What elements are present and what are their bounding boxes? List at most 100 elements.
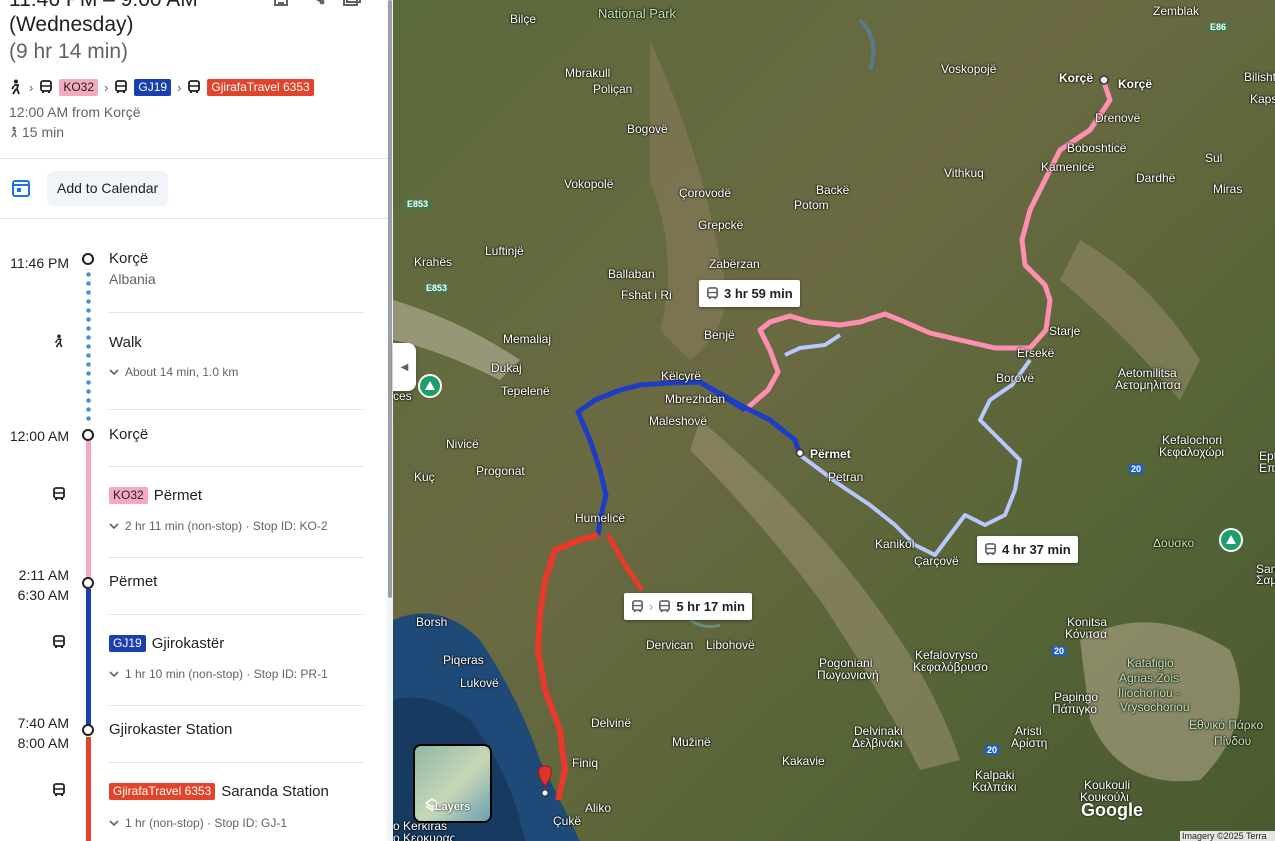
bus-icon (53, 487, 65, 500)
place-label: Fshat i Ri (621, 288, 672, 302)
add-to-calendar-button[interactable]: Add to Calendar (47, 171, 169, 206)
stop-permet[interactable]: Përmet (109, 573, 157, 590)
road-shield: 20 (1129, 464, 1144, 474)
leg-gj19[interactable]: GJ19 Gjirokastër (109, 635, 224, 652)
place-label: Grepckë (698, 218, 744, 232)
place-label: Nivicë (446, 437, 479, 451)
road-shield: 20 (985, 745, 1000, 755)
park-icon[interactable] (418, 374, 442, 398)
place-label: Aliko (585, 801, 612, 815)
route-summary-chain: › KO32 › GJ19 › GjirafaTravel 6353 (9, 77, 314, 97)
chevron-down-icon (109, 820, 119, 827)
place-label: Dervican (646, 638, 694, 652)
map-terrain (393, 0, 1275, 841)
print-icon[interactable] (270, 0, 292, 8)
walk-icon (11, 126, 17, 138)
calendar-icon[interactable] (11, 178, 31, 198)
leg-ko32-detail: 2 hr 11 min (non-stop) · Stop ID: KO-2 (125, 519, 328, 533)
place-label: Mbrakull (565, 66, 611, 80)
place-label: Libohovë (706, 638, 755, 652)
route-duration-text: 4 hr 37 min (1002, 542, 1071, 557)
place-label: Σαμ (1256, 573, 1275, 587)
time-board-ko32: 12:00 AM (9, 428, 69, 444)
route-badge-ko32: KO32 (59, 78, 99, 96)
place-label: Këlcyrë (661, 369, 702, 383)
time-arrive-gjirokaster: 7:40 AM (17, 715, 69, 731)
place-label: Memaliaj (503, 332, 552, 346)
place-label: Πάπιγκο (1052, 702, 1098, 716)
route-duration-chip[interactable]: 3 hr 59 min (699, 280, 800, 307)
place-label: Κεφαλόβρυσο (913, 660, 988, 674)
place-label: ο Κερκυρας (393, 831, 456, 841)
collapse-panel-button[interactable]: ◀ (393, 343, 416, 391)
share-icon[interactable] (306, 0, 328, 8)
place-label: Progonat (476, 464, 525, 478)
map-attribution[interactable]: Imagery ©2025 Terra (1180, 831, 1275, 841)
copy-icon[interactable] (340, 0, 362, 8)
stop-origin[interactable]: Korçë (109, 250, 148, 267)
road-shield: E86 (1208, 22, 1229, 32)
place-label: Iliochoriou - (1118, 686, 1181, 700)
place-label: Kamenicë (1041, 160, 1095, 174)
place-label: Agrias Zois (1119, 671, 1180, 685)
layers-label: Layers (434, 801, 471, 813)
panel-scrollbar-thumb[interactable] (388, 0, 392, 598)
park-icon[interactable] (1219, 528, 1243, 552)
place-label: Poliçan (593, 82, 633, 96)
place-label: Piqeras (443, 653, 484, 667)
place-label: Bilçe (510, 12, 537, 26)
place-label: Κεφαλοχώρι (1159, 445, 1225, 459)
route-badge-gjirafa: GjirafaTravel 6353 (109, 783, 216, 800)
route-duration-chip-selected[interactable]: › 5 hr 17 min (624, 593, 752, 620)
leg-ko32[interactable]: KO32 Përmet (109, 487, 202, 504)
place-label: Mbrezhdan (665, 392, 726, 406)
walk-details-toggle[interactable]: About 14 min, 1.0 km (109, 365, 238, 379)
departure-info: 12:00 AM from Korçë (9, 104, 141, 120)
place-label: Kakavie (782, 754, 825, 768)
place-label: Εθνικό Πάρκο (1189, 718, 1264, 732)
divider (109, 762, 363, 763)
bus-icon (53, 635, 65, 648)
place-label: Miras (1213, 182, 1243, 196)
place-label: Potom (794, 198, 829, 212)
map-canvas[interactable]: E853 E853 E86 20 20 20 National Park Bil… (393, 0, 1275, 841)
place-label: Επτ (1259, 461, 1275, 475)
place-label: Lukovë (460, 676, 499, 690)
stop-node (82, 253, 94, 265)
place-label: Ersekë (1017, 346, 1055, 360)
google-logo: Google (1081, 800, 1143, 820)
divider (0, 158, 387, 159)
chevron-right-icon: › (649, 599, 654, 614)
place-label: Bogovë (627, 122, 668, 136)
leg-gj19-detail: 1 hr 10 min (non-stop) · Stop ID: PR-1 (125, 667, 328, 681)
place-label: Benjë (704, 328, 735, 342)
stop-node (82, 724, 94, 736)
route-duration-text: 5 hr 17 min (676, 599, 745, 614)
stop-korce[interactable]: Korçë (109, 426, 148, 443)
place-label: Πωγωνιανή (817, 668, 879, 682)
place-label: Krahës (414, 255, 453, 269)
place-label: Vithkuq (944, 166, 984, 180)
bus-icon (632, 600, 643, 613)
route-duration-text: 3 hr 59 min (724, 286, 793, 301)
leg-gjirafa-details-toggle[interactable]: 1 hr (non-stop) · Stop ID: GJ-1 (109, 816, 287, 830)
layers-button[interactable]: Layers (413, 744, 492, 823)
route-badge-gj19: GJ19 (109, 635, 146, 652)
chevron-right-icon: › (177, 79, 182, 95)
chevron-right-icon: › (29, 79, 34, 95)
place-label: Drenovë (1095, 111, 1141, 125)
leg-gjirafa-destination: Saranda Station (221, 783, 329, 800)
walk-summary-text: 15 min (22, 124, 65, 140)
leg-ko32-destination: Përmet (153, 487, 203, 504)
leg-gjirafa-detail: 1 hr (non-stop) · Stop ID: GJ-1 (125, 816, 288, 830)
gjirafa-line (86, 737, 91, 841)
road-shield: E853 (424, 283, 450, 293)
leg-gj19-details-toggle[interactable]: 1 hr 10 min (non-stop) · Stop ID: PR-1 (109, 667, 328, 681)
stop-gjirokaster[interactable]: Gjirokaster Station (109, 721, 232, 738)
place-label: Vrysochoriou (1120, 700, 1190, 714)
place-label: Korçë (1059, 71, 1094, 85)
leg-ko32-details-toggle[interactable]: 2 hr 11 min (non-stop) · Stop ID: KO-2 (109, 519, 328, 533)
leg-gjirafa[interactable]: GjirafaTravel 6353 Saranda Station (109, 783, 329, 800)
route-duration-chip[interactable]: 4 hr 37 min (977, 536, 1078, 563)
walk-icon (11, 79, 20, 95)
